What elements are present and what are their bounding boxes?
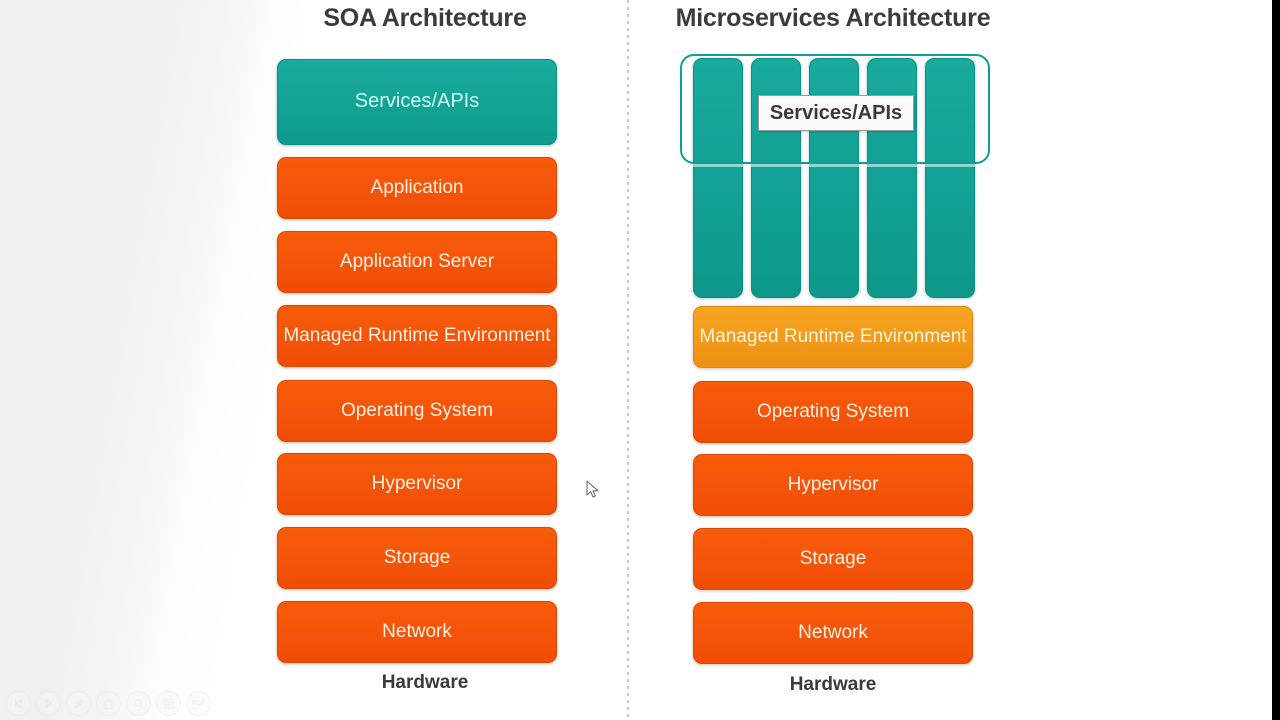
microservices-title: Microservices Architecture	[675, 4, 991, 32]
background-texture	[0, 0, 300, 720]
soa-hardware-caption: Hardware	[381, 672, 469, 693]
soa-layer-application[interactable]: Application	[277, 157, 557, 219]
soa-layer-label: Services/APIs	[354, 90, 480, 113]
ms-layer-hypervisor[interactable]: Hypervisor	[693, 454, 973, 516]
soa-layer-application-server[interactable]: Application Server	[277, 231, 557, 293]
note-icon	[163, 699, 174, 708]
soa-layer-label: Storage	[383, 546, 451, 568]
soa-layer-label: Application	[370, 176, 464, 198]
services-apis-text: Services/APIs	[769, 101, 903, 124]
soa-layer-label: Hypervisor	[371, 472, 463, 494]
pdf-label: PDF	[191, 700, 206, 707]
ms-layer-label: Network	[798, 621, 868, 643]
background-blob-2	[0, 120, 120, 420]
soa-layer-network[interactable]: Network	[277, 601, 557, 663]
ms-layer-label: Operating System	[756, 400, 910, 422]
microservices-services-apis-label: Services/APIs	[758, 95, 914, 131]
ms-layer-label: Managed Runtime Environment	[699, 325, 967, 347]
microservices-hardware-caption: Hardware	[789, 674, 877, 695]
delete-button[interactable]	[96, 691, 121, 716]
mouse-cursor	[586, 480, 600, 500]
background-blob-1	[0, 0, 34, 720]
play-icon	[45, 698, 53, 709]
notes-button[interactable]	[156, 691, 181, 716]
soa-layer-hypervisor[interactable]: Hypervisor	[277, 453, 557, 515]
soa-layer-label: Application Server	[339, 250, 495, 272]
soa-layer-managed-runtime-environment[interactable]: Managed Runtime Environment	[277, 305, 557, 367]
back-icon	[15, 698, 22, 709]
soa-layer-label: Network	[382, 620, 452, 642]
trash-icon	[104, 698, 113, 709]
previous-button[interactable]	[6, 691, 31, 716]
soa-layer-storage[interactable]: Storage	[277, 527, 557, 589]
column-divider	[627, 0, 629, 720]
ms-layer-storage[interactable]: Storage	[693, 528, 973, 590]
ms-layer-operating-system[interactable]: Operating System	[693, 381, 973, 443]
soa-layer-label: Operating System	[340, 399, 494, 421]
pen-icon	[73, 698, 84, 709]
ms-layer-network[interactable]: Network	[693, 602, 973, 664]
zoom-button[interactable]	[126, 691, 151, 716]
pen-button[interactable]	[66, 691, 91, 716]
right-edge-bar	[1272, 0, 1280, 720]
play-button[interactable]	[36, 691, 61, 716]
soa-title: SOA Architecture	[323, 4, 527, 32]
ms-layer-label: Hypervisor	[787, 473, 879, 495]
microservices-column: Microservices Architecture Services/APIs…	[663, 0, 1003, 720]
soa-layer-operating-system[interactable]: Operating System	[277, 380, 557, 442]
slide-canvas: SOA Architecture Services/APIs Applicati…	[0, 0, 1280, 720]
search-icon	[133, 698, 144, 709]
ms-layer-managed-runtime-environment[interactable]: Managed Runtime Environment	[693, 306, 973, 368]
player-toolbar[interactable]: PDF	[6, 691, 211, 716]
soa-layer-services-apis[interactable]: Services/APIs	[277, 59, 557, 145]
pdf-button[interactable]: PDF	[186, 691, 211, 716]
ms-layer-label: Storage	[799, 547, 867, 569]
soa-column: SOA Architecture Services/APIs Applicati…	[260, 0, 590, 720]
soa-layer-label: Managed Runtime Environment	[283, 324, 551, 346]
